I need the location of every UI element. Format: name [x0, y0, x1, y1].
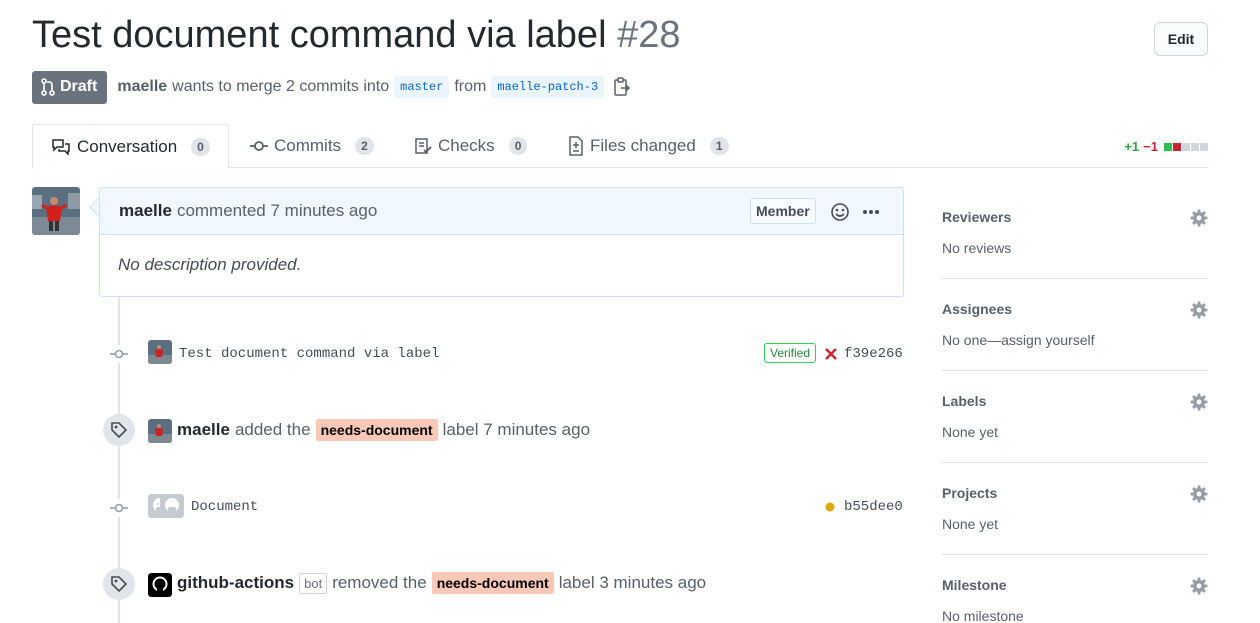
sidebar-value: None yet — [942, 424, 999, 440]
commit-sha[interactable]: f39e266 — [844, 346, 903, 362]
diffstat-additions: +1 — [1124, 139, 1140, 154]
merge-text: wants to merge 2 commits into — [172, 78, 390, 95]
sidebar-milestone: Milestone No milestone — [942, 555, 1208, 623]
event-action: added the — [234, 420, 311, 439]
comment-author[interactable]: maelle — [119, 201, 172, 221]
sidebar-value: None yet — [942, 516, 999, 532]
tag-event-badge — [103, 414, 135, 446]
file-diff-icon — [569, 136, 583, 156]
gear-icon[interactable] — [1190, 209, 1208, 227]
label-added-event: maelle added the needs-document label 7 … — [177, 419, 590, 441]
tab-files-changed-label: Files changed — [590, 136, 696, 155]
label-removed-event: github-actions bot removed the needs-doc… — [177, 572, 706, 594]
commit-dot — [110, 499, 128, 517]
from-text: from — [454, 78, 487, 95]
draft-label: Draft — [60, 78, 98, 95]
github-actions-icon — [148, 573, 172, 597]
gear-icon[interactable] — [1190, 301, 1208, 319]
sidebar-title: Milestone — [942, 577, 1007, 593]
sidebar-title: Assignees — [942, 301, 1013, 317]
diffstat-deletions: −1 — [1143, 139, 1158, 154]
smiley-icon[interactable] — [830, 202, 850, 222]
tag-event-badge — [103, 568, 135, 600]
tag-icon — [111, 576, 128, 593]
comment-box: maelle commented 7 minutes ago Member No… — [99, 187, 904, 297]
pr-tabs: Conversation 0 Commits 2 Checks 0 Files … — [32, 124, 1208, 169]
git-pull-request-icon — [41, 78, 55, 96]
pr-meta: Draft maelle wants to merge 2 commits in… — [32, 70, 631, 104]
github-actions-avatar[interactable] — [148, 573, 172, 597]
sidebar-value[interactable]: No one—assign yourself — [942, 332, 1095, 348]
label-chip[interactable]: needs-document — [431, 572, 554, 594]
checks-icon — [415, 138, 432, 154]
gear-icon[interactable] — [1190, 393, 1208, 411]
pending-dot-icon[interactable] — [825, 502, 835, 512]
tab-commits-label: Commits — [274, 136, 342, 155]
sidebar-value: No reviews — [942, 240, 1012, 256]
sidebar-title: Reviewers — [942, 209, 1012, 225]
bot-badge: bot — [299, 572, 328, 594]
comment-header: maelle commented 7 minutes ago Member — [100, 188, 903, 235]
event-actor[interactable]: maelle — [177, 420, 230, 440]
author-link[interactable]: maelle — [117, 78, 167, 96]
comment-time[interactable]: 7 minutes ago — [271, 201, 378, 221]
sidebar-labels: Labels None yet — [942, 371, 1208, 463]
sidebar-title: Projects — [942, 485, 998, 501]
draft-badge: Draft — [32, 70, 108, 104]
diffstat: +1 −1 — [1124, 139, 1208, 154]
event-suffix: label 3 minutes ago — [558, 573, 707, 592]
tab-conversation-count: 0 — [191, 137, 210, 156]
commit-message[interactable]: Test document command via label — [179, 346, 439, 362]
pr-title-text: Test document command via label — [32, 14, 607, 56]
kebab-menu-icon[interactable] — [862, 209, 880, 215]
verified-badge[interactable]: Verified — [764, 343, 817, 363]
event-action: removed the — [332, 573, 427, 592]
sidebar-projects: Projects None yet — [942, 463, 1208, 555]
sidebar-reviewers: Reviewers No reviews — [942, 187, 1208, 279]
sidebar-assignees: Assignees No one—assign yourself — [942, 279, 1208, 371]
commit-sha[interactable]: b55dee0 — [844, 499, 903, 515]
event-actor[interactable]: github-actions — [177, 573, 294, 593]
gear-icon[interactable] — [1190, 485, 1208, 503]
tab-commits[interactable]: Commits 2 — [250, 124, 374, 168]
base-branch[interactable]: master — [394, 76, 450, 98]
commit-message[interactable]: Document — [191, 499, 258, 515]
member-badge: Member — [750, 198, 816, 224]
x-icon[interactable] — [824, 347, 838, 361]
sidebar: Reviewers No reviews Assignees No one—as… — [942, 187, 1208, 623]
tab-commits-count: 2 — [355, 137, 374, 155]
conversation-icon — [52, 138, 70, 156]
tab-conversation-label: Conversation — [77, 136, 178, 156]
github-avatar-secondary[interactable] — [160, 494, 184, 518]
tab-checks[interactable]: Checks 0 — [414, 124, 528, 168]
commit-icon — [110, 503, 128, 513]
commit-author-avatar[interactable] — [148, 340, 172, 364]
event-suffix: label 7 minutes ago — [442, 420, 591, 439]
event-author-avatar[interactable] — [148, 419, 172, 443]
tab-checks-label: Checks — [438, 136, 495, 155]
comment-action: commented — [176, 201, 266, 220]
tab-checks-count: 0 — [508, 137, 528, 155]
commit-icon — [110, 349, 128, 359]
commit-dot — [110, 345, 128, 363]
label-chip[interactable]: needs-document — [315, 419, 438, 441]
tag-icon — [111, 422, 128, 439]
tab-files-changed[interactable]: Files changed 1 — [568, 124, 729, 168]
comment-body: No description provided. — [118, 255, 302, 274]
gear-icon[interactable] — [1190, 577, 1208, 595]
head-branch[interactable]: maelle-patch-3 — [491, 76, 605, 98]
pr-number: #28 — [617, 14, 681, 56]
commit-icon — [250, 141, 268, 151]
sidebar-title: Labels — [942, 393, 987, 409]
edit-button[interactable]: Edit — [1154, 22, 1208, 56]
clipboard-icon[interactable] — [613, 77, 631, 97]
tab-conversation[interactable]: Conversation 0 — [32, 124, 229, 169]
diffstat-blocks — [1164, 142, 1208, 151]
tab-files-changed-count: 1 — [709, 137, 729, 155]
sidebar-value: No milestone — [942, 608, 1024, 623]
pr-title: Test document command via label #28 — [32, 14, 680, 57]
avatar[interactable] — [32, 187, 80, 235]
